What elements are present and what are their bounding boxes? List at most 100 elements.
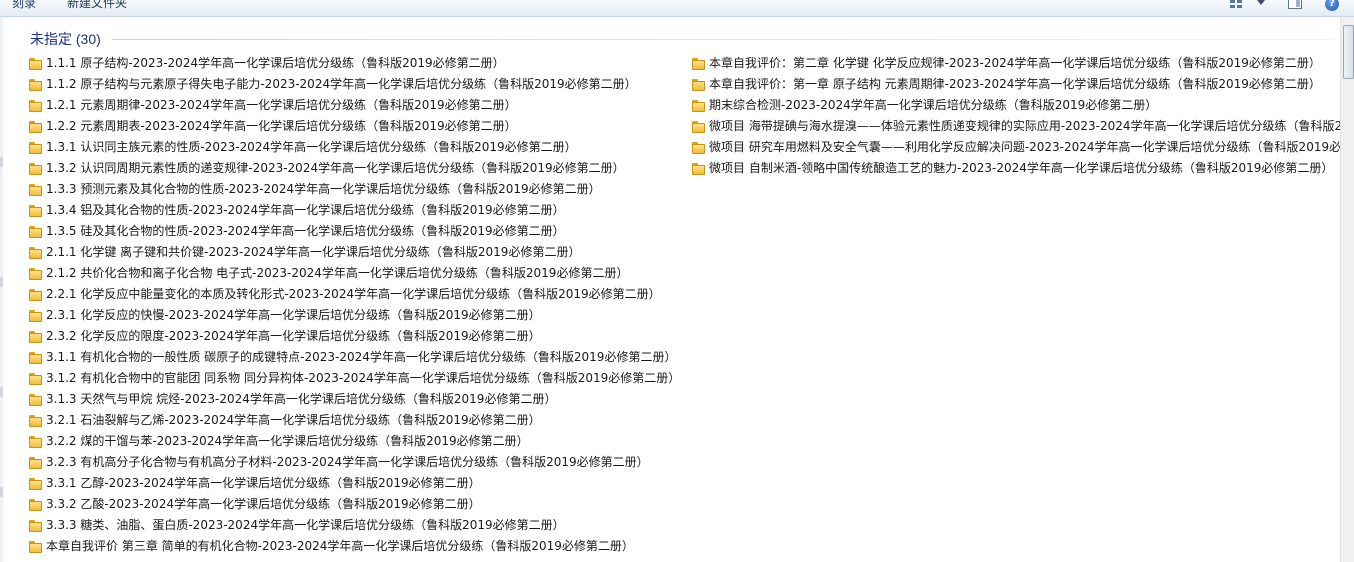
folder-name: 3.1.1 有机化合物的一般性质 碳原子的成键特点-2023-2024学年高一化… (46, 350, 677, 364)
folder-name: 1.1.2 原子结构与元素原子得失电子能力-2023-2024学年高一化学课后培… (46, 77, 637, 91)
command-bar: 刻录 新建文件夹 ? (0, 0, 1354, 17)
folder-icon (29, 456, 42, 469)
list-item[interactable]: 微项目 研究车用燃料及安全气囊——利用化学反应解决问题-2023-2024学年高… (692, 137, 1340, 158)
list-item[interactable]: 期末综合检测-2023-2024学年高一化学课后培优分级练（鲁科版2019必修第… (692, 95, 1340, 116)
file-list-left-column: 1.1.1 原子结构-2023-2024学年高一化学课后培优分级练（鲁科版201… (29, 53, 680, 557)
list-item[interactable]: 2.1.2 共价化合物和离子化合物 电子式-2023-2024学年高一化学课后培… (29, 263, 680, 284)
list-item[interactable]: 3.1.1 有机化合物的一般性质 碳原子的成键特点-2023-2024学年高一化… (29, 347, 680, 368)
scrollbar-thumb[interactable] (1343, 25, 1354, 79)
folder-icon (29, 372, 42, 385)
list-item[interactable]: 3.2.2 煤的干馏与苯-2023-2024学年高一化学课后培优分级练（鲁科版2… (29, 431, 680, 452)
list-item[interactable]: 本章自我评价 第三章 简单的有机化合物-2023-2024学年高一化学课后培优分… (29, 536, 680, 557)
list-item[interactable]: 1.3.5 硅及其化合物的性质-2023-2024学年高一化学课后培优分级练（鲁… (29, 221, 680, 242)
list-item[interactable]: 1.3.4 铝及其化合物的性质-2023-2024学年高一化学课后培优分级练（鲁… (29, 200, 680, 221)
folder-name: 2.1.1 化学键 离子键和共价键-2023-2024学年高一化学课后培优分级练… (46, 245, 581, 259)
list-item[interactable]: 2.3.1 化学反应的快慢-2023-2024学年高一化学课后培优分级练（鲁科版… (29, 305, 680, 326)
folder-icon (29, 477, 42, 490)
list-item[interactable]: 3.3.1 乙醇-2023-2024学年高一化学课后培优分级练（鲁科版2019必… (29, 473, 680, 494)
list-item[interactable]: 1.3.1 认识同主族元素的性质-2023-2024学年高一化学课后培优分级练（… (29, 137, 680, 158)
folder-icon (692, 78, 705, 91)
folder-name: 微项目 海带提碘与海水提溴——体验元素性质递变规律的实际应用-2023-2024… (709, 119, 1340, 133)
folder-icon (29, 288, 42, 301)
folder-icon (29, 309, 42, 322)
folder-name: 期末综合检测-2023-2024学年高一化学课后培优分级练（鲁科版2019必修第… (709, 98, 1158, 112)
folder-name: 3.1.2 有机化合物中的官能团 同系物 同分异构体-2023-2024学年高一… (46, 371, 681, 385)
list-item[interactable]: 1.1.2 原子结构与元素原子得失电子能力-2023-2024学年高一化学课后培… (29, 74, 680, 95)
folder-name: 1.1.1 原子结构-2023-2024学年高一化学课后培优分级练（鲁科版201… (46, 56, 505, 70)
folder-icon (29, 183, 42, 196)
list-item[interactable]: 1.2.1 元素周期律-2023-2024学年高一化学课后培优分级练（鲁科版20… (29, 95, 680, 116)
list-item[interactable]: 3.2.1 石油裂解与乙烯-2023-2024学年高一化学课后培优分级练（鲁科版… (29, 410, 680, 431)
folder-icon (29, 540, 42, 553)
folder-icon (29, 204, 42, 217)
folder-name: 微项目 研究车用燃料及安全气囊——利用化学反应解决问题-2023-2024学年高… (709, 140, 1340, 154)
list-item[interactable]: 1.3.2 认识同周期元素性质的递变规律-2023-2024学年高一化学课后培优… (29, 158, 680, 179)
folder-icon (29, 414, 42, 427)
vertical-scrollbar[interactable] (1340, 17, 1354, 562)
list-item[interactable]: 1.2.2 元素周期表-2023-2024学年高一化学课后培优分级练（鲁科版20… (29, 116, 680, 137)
folder-name: 2.1.2 共价化合物和离子化合物 电子式-2023-2024学年高一化学课后培… (46, 266, 629, 280)
folder-name: 微项目 自制米酒-领略中国传统酿造工艺的魅力-2023-2024学年高一化学课后… (709, 161, 1334, 175)
group-header[interactable]: 未指定 (30) (30, 29, 101, 49)
folder-icon (29, 393, 42, 406)
preview-pane-icon[interactable] (1288, 0, 1302, 9)
folder-name: 1.2.1 元素周期律-2023-2024学年高一化学课后培优分级练（鲁科版20… (46, 98, 517, 112)
folder-name: 2.2.1 化学反应中能量变化的本质及转化形式-2023-2024学年高一化学课… (46, 287, 661, 301)
folder-icon (29, 498, 42, 511)
folder-icon (29, 162, 42, 175)
list-item[interactable]: 1.3.3 预测元素及其化合物的性质-2023-2024学年高一化学课后培优分级… (29, 179, 680, 200)
folder-icon (29, 225, 42, 238)
folder-name: 3.2.1 石油裂解与乙烯-2023-2024学年高一化学课后培优分级练（鲁科版… (46, 413, 541, 427)
list-item[interactable]: 微项目 自制米酒-领略中国传统酿造工艺的魅力-2023-2024学年高一化学课后… (692, 158, 1340, 179)
folder-name: 本章自我评价：第一章 原子结构 元素周期律-2023-2024学年高一化学课后培… (709, 77, 1321, 91)
folder-name: 本章自我评价 第三章 简单的有机化合物-2023-2024学年高一化学课后培优分… (46, 539, 634, 553)
folder-icon (692, 57, 705, 70)
folder-icon (29, 519, 42, 532)
folder-name: 本章自我评价：第二章 化学键 化学反应规律-2023-2024学年高一化学课后培… (709, 56, 1321, 70)
group-divider (112, 39, 1340, 40)
folder-icon (29, 351, 42, 364)
view-options-icon[interactable] (1230, 0, 1246, 12)
list-item[interactable]: 1.1.1 原子结构-2023-2024学年高一化学课后培优分级练（鲁科版201… (29, 53, 680, 74)
folder-name: 3.1.3 天然气与甲烷 烷烃-2023-2024学年高一化学课后培优分级练（鲁… (46, 392, 557, 406)
list-item[interactable]: 3.1.3 天然气与甲烷 烷烃-2023-2024学年高一化学课后培优分级练（鲁… (29, 389, 680, 410)
folder-name: 3.3.3 糖类、油脂、蛋白质-2023-2024学年高一化学课后培优分级练（鲁… (46, 518, 565, 532)
burn-button[interactable]: 刻录 (12, 0, 36, 11)
folder-name: 1.3.4 铝及其化合物的性质-2023-2024学年高一化学课后培优分级练（鲁… (46, 203, 565, 217)
list-item[interactable]: 2.1.1 化学键 离子键和共价键-2023-2024学年高一化学课后培优分级练… (29, 242, 680, 263)
list-item[interactable]: 3.3.3 糖类、油脂、蛋白质-2023-2024学年高一化学课后培优分级练（鲁… (29, 515, 680, 536)
folder-name: 2.3.1 化学反应的快慢-2023-2024学年高一化学课后培优分级练（鲁科版… (46, 308, 541, 322)
folder-icon (29, 246, 42, 259)
folder-name: 1.3.1 认识同主族元素的性质-2023-2024学年高一化学课后培优分级练（… (46, 140, 577, 154)
folder-name: 1.3.5 硅及其化合物的性质-2023-2024学年高一化学课后培优分级练（鲁… (46, 224, 565, 238)
list-item[interactable]: 3.3.2 乙酸-2023-2024学年高一化学课后培优分级练（鲁科版2019必… (29, 494, 680, 515)
folder-icon (692, 120, 705, 133)
list-item[interactable]: 2.2.1 化学反应中能量变化的本质及转化形式-2023-2024学年高一化学课… (29, 284, 680, 305)
folder-icon (29, 330, 42, 343)
help-icon[interactable]: ? (1325, 0, 1339, 11)
list-item[interactable]: 3.2.3 有机高分子化合物与有机高分子材料-2023-2024学年高一化学课后… (29, 452, 680, 473)
list-item[interactable]: 微项目 海带提碘与海水提溴——体验元素性质递变规律的实际应用-2023-2024… (692, 116, 1340, 137)
folder-icon (29, 120, 42, 133)
list-item[interactable]: 本章自我评价：第二章 化学键 化学反应规律-2023-2024学年高一化学课后培… (692, 53, 1340, 74)
folder-name: 1.2.2 元素周期表-2023-2024学年高一化学课后培优分级练（鲁科版20… (46, 119, 517, 133)
folder-name: 1.3.3 预测元素及其化合物的性质-2023-2024学年高一化学课后培优分级… (46, 182, 601, 196)
list-item[interactable]: 2.3.2 化学反应的限度-2023-2024学年高一化学课后培优分级练（鲁科版… (29, 326, 680, 347)
folder-icon (29, 141, 42, 154)
folder-icon (29, 267, 42, 280)
folder-name: 2.3.2 化学反应的限度-2023-2024学年高一化学课后培优分级练（鲁科版… (46, 329, 541, 343)
new-folder-button[interactable]: 新建文件夹 (67, 0, 127, 11)
folder-icon (29, 435, 42, 448)
list-item[interactable]: 本章自我评价：第一章 原子结构 元素周期律-2023-2024学年高一化学课后培… (692, 74, 1340, 95)
folder-name: 1.3.2 认识同周期元素性质的递变规律-2023-2024学年高一化学课后培优… (46, 161, 625, 175)
folder-name: 3.3.2 乙酸-2023-2024学年高一化学课后培优分级练（鲁科版2019必… (46, 497, 481, 511)
list-item[interactable]: 3.1.2 有机化合物中的官能团 同系物 同分异构体-2023-2024学年高一… (29, 368, 680, 389)
folder-icon (29, 78, 42, 91)
folder-icon (692, 141, 705, 154)
folder-name: 3.3.1 乙醇-2023-2024学年高一化学课后培优分级练（鲁科版2019必… (46, 476, 481, 490)
chevron-down-icon[interactable] (1257, 0, 1265, 5)
navigation-pane-edge (0, 17, 3, 562)
folder-name: 3.2.3 有机高分子化合物与有机高分子材料-2023-2024学年高一化学课后… (46, 455, 649, 469)
folder-icon (692, 162, 705, 175)
file-list-right-column: 本章自我评价：第二章 化学键 化学反应规律-2023-2024学年高一化学课后培… (692, 53, 1340, 179)
